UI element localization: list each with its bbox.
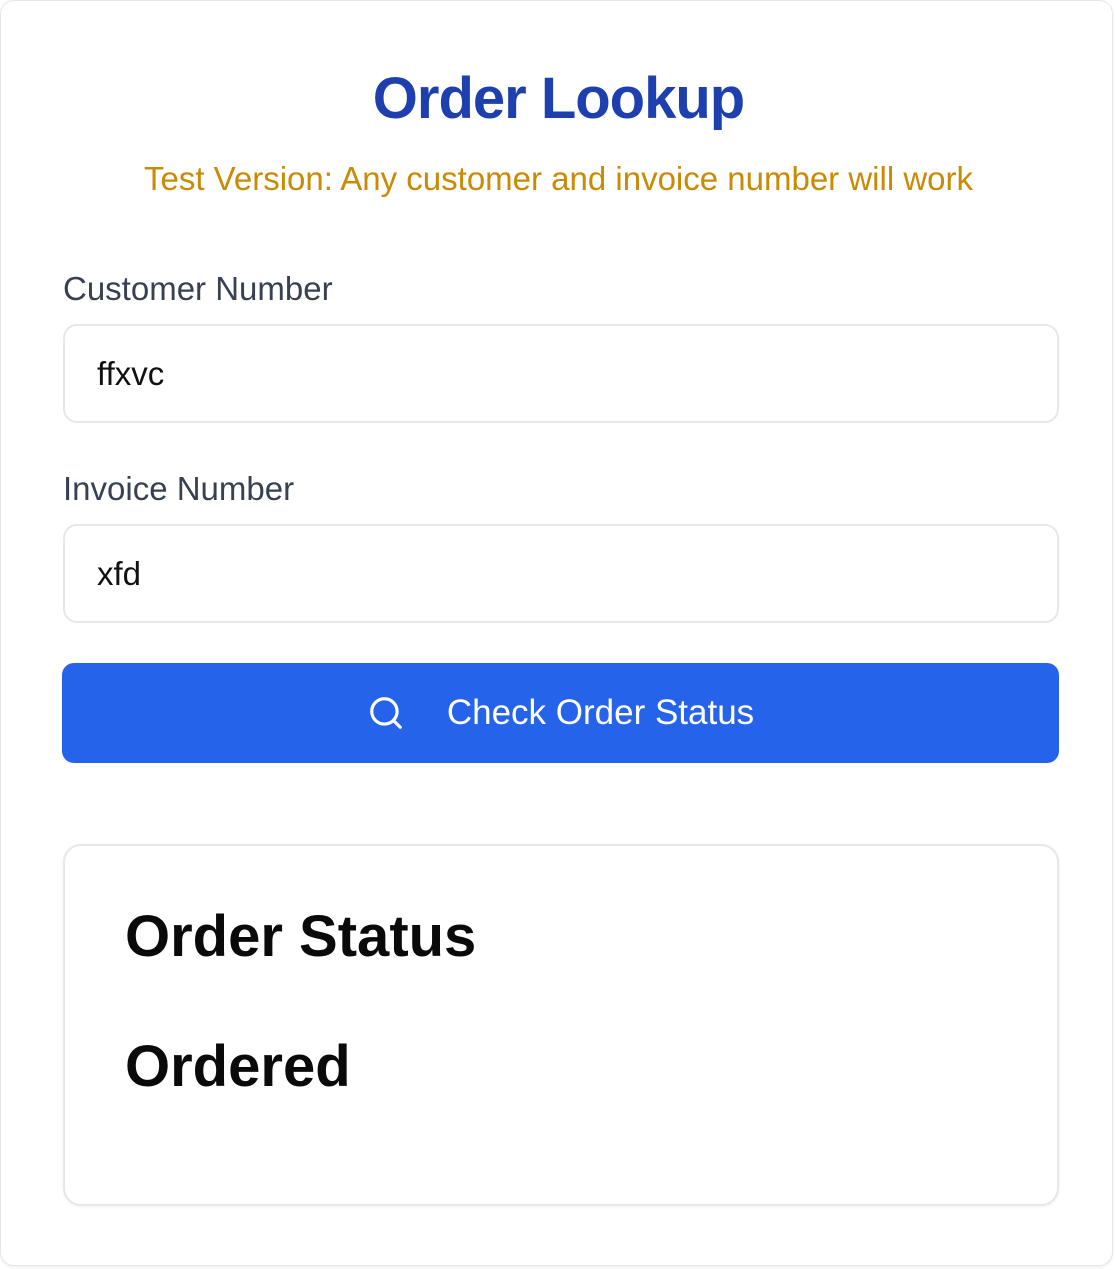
order-status-value: Ordered — [125, 1034, 351, 1099]
invoice-number-input[interactable]: xfd — [63, 524, 1059, 623]
test-version-notice: Test Version: Any customer and invoice n… — [143, 160, 974, 197]
check-order-status-label: Check Order Status — [446, 693, 755, 732]
check-order-status-button[interactable]: Check Order Status — [62, 663, 1059, 763]
order-status-panel: Order Status Ordered — [63, 844, 1059, 1206]
invoice-number-value: xfd — [97, 554, 142, 592]
customer-number-label: Customer Number — [63, 270, 333, 307]
customer-number-input[interactable]: ffxvc — [63, 324, 1059, 423]
page-title: Order Lookup — [372, 66, 745, 131]
order-status-heading: Order Status — [125, 904, 477, 969]
customer-number-value: ffxvc — [97, 354, 165, 392]
order-lookup-card: Order Lookup Test Version: Any customer … — [0, 0, 1113, 1266]
search-icon — [367, 694, 405, 732]
invoice-number-label: Invoice Number — [63, 470, 295, 507]
